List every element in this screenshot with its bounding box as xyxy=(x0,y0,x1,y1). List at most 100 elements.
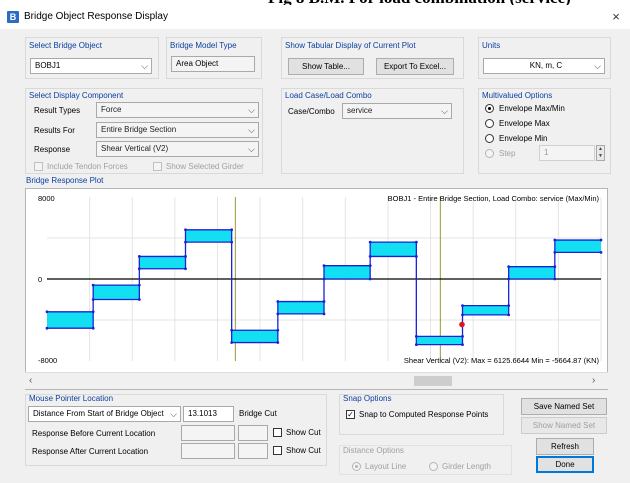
distance-options-group: Distance Options Layout Line Girder Leng… xyxy=(339,445,512,475)
export-to-excel-button[interactable]: Export To Excel... xyxy=(376,58,454,75)
distance-mode-value: Distance From Start of Bridge Object xyxy=(33,409,164,418)
multivalued-options-group: Multivalued Options Envelope Max/Min Env… xyxy=(478,88,611,174)
window-title: Bridge Object Response Display xyxy=(24,11,168,22)
units-value: KN, m, C xyxy=(529,61,563,70)
girder-length-radio[interactable] xyxy=(429,462,438,471)
show-selected-girder-checkbox[interactable] xyxy=(153,162,162,171)
data-point xyxy=(184,267,187,271)
bridge-response-plot-title: Bridge Response Plot xyxy=(26,176,104,185)
bridge-cut-label: Bridge Cut xyxy=(239,409,277,418)
load-case-title: Load Case/Load Combo xyxy=(285,91,372,100)
bridge-model-type-group: Bridge Model Type Area Object xyxy=(166,37,262,79)
plot-footer: Shear Vertical (V2): Max = 6125.6644 Min… xyxy=(404,356,600,365)
bridge-model-type-field: Area Object xyxy=(171,56,255,72)
scroll-thumb[interactable] xyxy=(414,376,452,386)
envelope-band xyxy=(277,301,324,314)
mouse-pointer-title: Mouse Pointer Location xyxy=(29,394,114,403)
done-button[interactable]: Done xyxy=(536,456,594,473)
data-point xyxy=(137,255,141,258)
show-cut-before-checkbox[interactable] xyxy=(273,428,282,437)
data-point xyxy=(230,228,234,232)
bridge-object-select[interactable]: BOBJ1 ⌵ xyxy=(30,58,152,74)
bridge-model-type-title: Bridge Model Type xyxy=(170,41,237,50)
response-after-field-2 xyxy=(238,443,268,459)
step-radio[interactable] xyxy=(485,149,494,158)
data-point xyxy=(322,300,326,303)
data-point xyxy=(137,283,141,287)
step-value-field[interactable]: 1 xyxy=(539,145,595,161)
data-point xyxy=(553,265,557,269)
show-cut-after-label: Show Cut xyxy=(286,446,321,455)
include-tendon-checkbox[interactable] xyxy=(34,162,43,171)
girder-length-label: Girder Length xyxy=(442,462,491,471)
response-chart[interactable]: BOBJ1 - Entire Bridge Section, Load Comb… xyxy=(26,189,607,369)
response-after-field-1 xyxy=(181,443,235,459)
data-point xyxy=(599,238,603,242)
result-types-value: Force xyxy=(101,105,122,114)
envelope-max-radio[interactable] xyxy=(485,119,494,128)
case-combo-value: service xyxy=(347,106,373,115)
data-point xyxy=(91,298,95,301)
units-title: Units xyxy=(482,41,501,50)
units-select[interactable]: KN, m, C ⌵ xyxy=(483,58,605,74)
envelope-max-min-radio[interactable] xyxy=(485,104,494,113)
step-spinner[interactable]: ▲ ▼ xyxy=(596,145,605,161)
refresh-button[interactable]: Refresh xyxy=(536,438,594,455)
show-cut-after-checkbox[interactable] xyxy=(273,446,282,455)
data-point xyxy=(414,343,418,346)
data-point xyxy=(276,312,280,316)
data-point xyxy=(91,326,95,330)
layout-line-label: Layout Line xyxy=(365,462,407,471)
envelope-band xyxy=(47,311,94,329)
distance-mode-select[interactable]: Distance From Start of Bridge Object ⌵ xyxy=(28,406,181,422)
response-value: Shear Vertical (V2) xyxy=(101,144,169,153)
envelope-max-label: Envelope Max xyxy=(499,119,550,128)
envelope-band xyxy=(554,240,601,253)
data-point xyxy=(507,265,511,269)
results-for-select[interactable]: Entire Bridge Section ⌵ xyxy=(96,122,259,138)
show-cut-before-label: Show Cut xyxy=(286,428,321,437)
envelope-band xyxy=(416,336,463,345)
snap-checkbox[interactable]: ✓ xyxy=(346,410,355,419)
envelope-band xyxy=(93,285,140,300)
envelope-min-radio[interactable] xyxy=(485,134,494,143)
response-before-label: Response Before Current Location xyxy=(32,429,156,438)
save-named-set-button[interactable]: Save Named Set xyxy=(521,398,607,415)
data-point xyxy=(184,255,187,258)
result-types-select[interactable]: Force ⌵ xyxy=(96,102,259,118)
tabular-display-group: Show Tabular Display of Current Plot Sho… xyxy=(281,37,464,79)
multivalued-options-title: Multivalued Options xyxy=(482,91,553,100)
scroll-left-icon[interactable]: ‹ xyxy=(29,375,32,386)
case-combo-select[interactable]: service ⌵ xyxy=(342,103,452,119)
include-tendon-label: Include Tendon Forces xyxy=(47,162,128,171)
envelope-band xyxy=(185,229,232,243)
data-point xyxy=(276,300,280,303)
data-point xyxy=(368,277,372,281)
envelope-band xyxy=(370,242,417,257)
data-point xyxy=(461,335,464,338)
show-selected-girder-label: Show Selected Girder xyxy=(166,162,244,171)
envelope-max-min-label: Envelope Max/Min xyxy=(499,104,565,113)
data-point xyxy=(322,264,326,268)
data-point xyxy=(461,313,464,317)
plot-horizontal-scrollbar[interactable]: ‹ › xyxy=(25,372,608,389)
snap-options-group: Snap Options ✓ Snap to Computed Response… xyxy=(339,394,504,435)
envelope-band xyxy=(324,265,371,279)
data-point xyxy=(507,313,511,317)
response-select[interactable]: Shear Vertical (V2) ⌵ xyxy=(96,141,259,157)
data-point xyxy=(414,335,418,338)
show-named-set-button[interactable]: Show Named Set xyxy=(521,417,607,434)
load-case-group: Load Case/Load Combo Case/Combo service ⌵ xyxy=(281,88,464,174)
scroll-right-icon[interactable]: › xyxy=(592,375,595,386)
distance-value-field[interactable]: 13.1013 xyxy=(183,406,234,422)
distance-options-title: Distance Options xyxy=(343,446,404,455)
close-icon[interactable]: × xyxy=(606,7,626,27)
data-point xyxy=(276,341,280,344)
data-point xyxy=(599,250,603,254)
data-point xyxy=(137,267,141,271)
layout-line-radio[interactable] xyxy=(352,462,361,471)
show-table-button[interactable]: Show Table... xyxy=(288,58,364,75)
data-point xyxy=(507,304,511,308)
response-label: Response xyxy=(34,145,71,154)
data-point xyxy=(368,240,372,244)
